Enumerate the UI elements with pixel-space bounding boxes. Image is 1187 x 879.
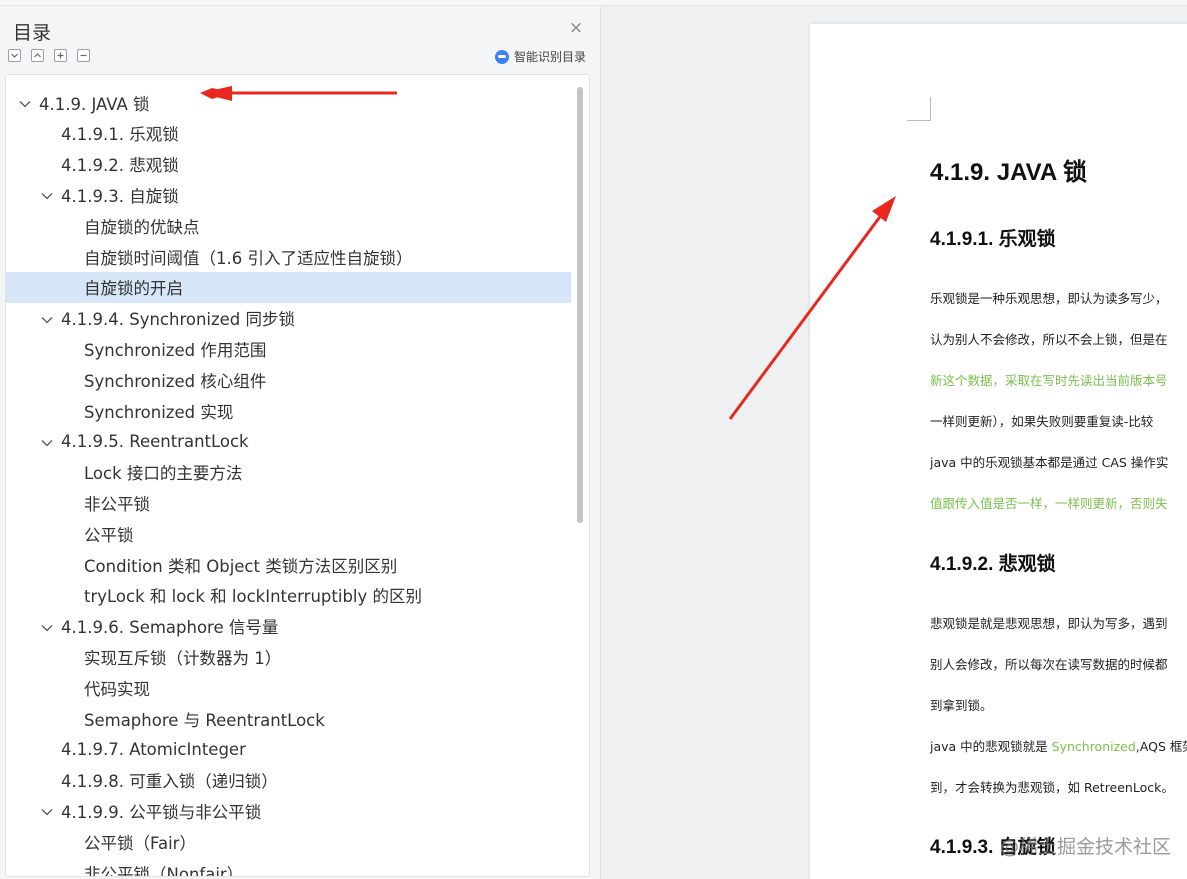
toc-item-label: Semaphore 与 ReentrantLock <box>84 710 325 730</box>
close-icon[interactable]: × <box>568 20 584 37</box>
toc-item-label: 4.1.9.6. Semaphore 信号量 <box>61 618 279 638</box>
toc-item[interactable]: 非公平锁 <box>6 487 571 518</box>
toc-item[interactable]: 4.1.9.1. 乐观锁 <box>6 118 571 149</box>
toc-panel-title: 目录 <box>13 22 52 44</box>
toc-item[interactable]: 4.1.9. JAVA 锁 <box>6 87 571 118</box>
toc-tree: 非公平锁（Nonfair） 公平锁（Fair） 4.1.9.9. 公平锁与非公平锁 4… <box>5 74 590 877</box>
toc-scrollbar[interactable] <box>575 79 583 874</box>
smart-toc-label: 智能识别目录 <box>514 50 587 64</box>
doc-paragraph-line: java 中的乐观锁基本都是通过 CAS 操作实 <box>930 455 1169 470</box>
toc-scrollbar-thumb[interactable] <box>577 87 583 523</box>
toc-item[interactable]: 4.1.9.5. ReentrantLock <box>6 426 571 457</box>
toc-item-label: Synchronized 核心组件 <box>84 371 267 391</box>
toc-item-label: 4.1.9.2. 悲观锁 <box>61 156 179 176</box>
toc-item[interactable]: 4.1.9.4. Synchronized 同步锁 <box>6 303 571 334</box>
toc-item[interactable]: Synchronized 实现 <box>6 395 571 426</box>
toc-item[interactable]: Semaphore 与 ReentrantLock <box>6 703 571 734</box>
expand-level-icon[interactable] <box>31 49 44 62</box>
doc-heading-main: 4.1.9. JAVA 锁 <box>930 159 1087 186</box>
doc-paragraph-line: 认为别人不会修改，所以不会上锁，但是在 <box>930 332 1168 347</box>
toc-item-label: 4.1.9.1. 乐观锁 <box>61 125 179 145</box>
watermark: @稀土掘金技术社区 <box>1000 836 1172 858</box>
doc-paragraph-line: 新这个数据，采取在写时先读出当前版本号 <box>930 373 1168 388</box>
toc-item-label: 4.1.9.7. AtomicInteger <box>61 739 246 759</box>
toc-item-label: 4.1.9. JAVA 锁 <box>39 94 150 114</box>
document-page: 4.1.9. JAVA 锁 4.1.9.1. 乐观锁乐观锁是一种乐观思想，即认为… <box>810 24 1187 879</box>
doc-link-text: Synchronized <box>1051 739 1136 754</box>
smart-toc-button[interactable]: 智能识别目录 <box>495 48 586 65</box>
toc-item-label: 代码实现 <box>84 679 150 699</box>
toc-item[interactable]: 自旋锁时间阈值（1.6 引入了适应性自旋锁） <box>6 241 571 272</box>
toc-item-label: tryLock 和 lock 和 lockInterruptibly 的区别 <box>84 587 423 607</box>
doc-text: java 中的悲观锁就是 <box>930 739 1052 754</box>
doc-text: ,AQS 框架 <box>1135 739 1187 754</box>
collapse-minus-icon[interactable] <box>77 49 90 62</box>
page-corner-mark <box>907 97 931 121</box>
doc-section-heading: 4.1.9.1. 乐观锁 <box>930 229 1056 250</box>
toc-item-label: 4.1.9.8. 可重入锁（递归锁） <box>61 772 278 792</box>
toc-item-label: 自旋锁时间阈值（1.6 引入了适应性自旋锁） <box>84 248 413 268</box>
toc-item-label: 4.1.9.5. ReentrantLock <box>61 431 249 451</box>
toc-item[interactable]: 非公平锁（Nonfair） <box>6 857 571 877</box>
doc-paragraph-line: 到，才会转换为悲观锁，如 RetreenLock。 <box>930 780 1174 795</box>
doc-paragraph-line: java 中的悲观锁就是 Synchronized,AQS 框架 <box>930 736 1187 755</box>
toc-item-label: 自旋锁的优缺点 <box>84 217 200 237</box>
toc-item[interactable]: 4.1.9.3. 自旋锁 <box>6 179 571 210</box>
toc-item[interactable]: 4.1.9.6. Semaphore 信号量 <box>6 611 571 642</box>
toc-item-label: Synchronized 实现 <box>84 402 234 422</box>
chevron-down-icon[interactable] <box>40 312 54 326</box>
chevron-down-icon[interactable] <box>40 188 54 202</box>
toc-item-label: 自旋锁的开启 <box>84 279 183 299</box>
toc-item[interactable]: 实现互斥锁（计数器为 1） <box>6 641 571 672</box>
doc-paragraph-line: 别人会修改，所以每次在读写数据的时候都 <box>930 657 1168 672</box>
toc-item[interactable]: 公平锁 <box>6 518 571 549</box>
doc-paragraph-line: 悲观锁是就是悲观思想，即认为写多，遇到 <box>930 616 1168 631</box>
document-area: 4.1.9. JAVA 锁 4.1.9.1. 乐观锁乐观锁是一种乐观思想，即认为… <box>602 6 1187 879</box>
toc-item[interactable]: Synchronized 作用范围 <box>6 333 571 364</box>
toc-item[interactable]: 4.1.9.7. AtomicInteger <box>6 734 571 765</box>
toc-item[interactable]: Lock 接口的主要方法 <box>6 457 571 488</box>
toc-item-label: 公平锁 <box>84 525 134 545</box>
toc-item-label: 4.1.9.4. Synchronized 同步锁 <box>61 310 296 330</box>
toc-item[interactable]: 自旋锁的开启 <box>6 271 571 303</box>
chevron-down-icon[interactable] <box>18 96 32 110</box>
toc-panel: 目录 × 智能识别目录 非公平锁（Nonfair） 公平锁（Fair） 4.1.9.… <box>0 6 601 879</box>
toc-item-label: 4.1.9.3. 自旋锁 <box>61 186 179 206</box>
doc-section-heading: 4.1.9.2. 悲观锁 <box>930 554 1056 575</box>
toc-item[interactable]: Condition 类和 Object 类锁方法区别区别 <box>6 549 571 580</box>
collapse-all-icon[interactable] <box>8 49 21 62</box>
toc-item-label: 非公平锁（Nonfair） <box>84 864 244 877</box>
doc-paragraph-line: 到拿到锁。 <box>930 698 993 713</box>
chevron-down-icon[interactable] <box>40 620 54 634</box>
toc-item[interactable]: 自旋锁的优缺点 <box>6 210 571 241</box>
toc-item-label: 非公平锁 <box>84 494 150 514</box>
toc-item-label: 4.1.9.9. 公平锁与非公平锁 <box>61 802 262 822</box>
chevron-down-icon[interactable] <box>40 804 54 818</box>
toc-item-label: 实现互斥锁（计数器为 1） <box>84 648 282 668</box>
toc-item[interactable]: Synchronized 核心组件 <box>6 364 571 395</box>
toc-item[interactable]: 公平锁（Fair） <box>6 826 571 857</box>
expand-plus-icon[interactable] <box>54 49 67 62</box>
toc-item[interactable]: 4.1.9.8. 可重入锁（递归锁） <box>6 765 571 796</box>
doc-paragraph-line: 值跟传入值是否一样，一样则更新，否则失 <box>930 496 1168 511</box>
toc-item[interactable]: 4.1.9.9. 公平锁与非公平锁 <box>6 795 571 826</box>
toc-toolbar <box>8 49 90 62</box>
toc-item-label: 公平锁（Fair） <box>84 833 196 853</box>
toc-item-label: Synchronized 作用范围 <box>84 340 267 360</box>
chevron-down-icon[interactable] <box>40 435 54 449</box>
toc-item[interactable]: 4.1.9.2. 悲观锁 <box>6 149 571 180</box>
toc-item[interactable]: tryLock 和 lock 和 lockInterruptibly 的区别 <box>6 580 571 611</box>
toc-item-label: Condition 类和 Object 类锁方法区别区别 <box>84 556 398 576</box>
doc-paragraph-line: 一样则更新），如果失败则要重复读-比较 <box>930 414 1154 429</box>
toc-item[interactable]: 代码实现 <box>6 672 571 703</box>
toc-item-label: Lock 接口的主要方法 <box>84 464 243 484</box>
smart-toc-icon <box>495 49 509 64</box>
doc-paragraph-line: 乐观锁是一种乐观思想，即认为读多写少， <box>930 291 1168 306</box>
